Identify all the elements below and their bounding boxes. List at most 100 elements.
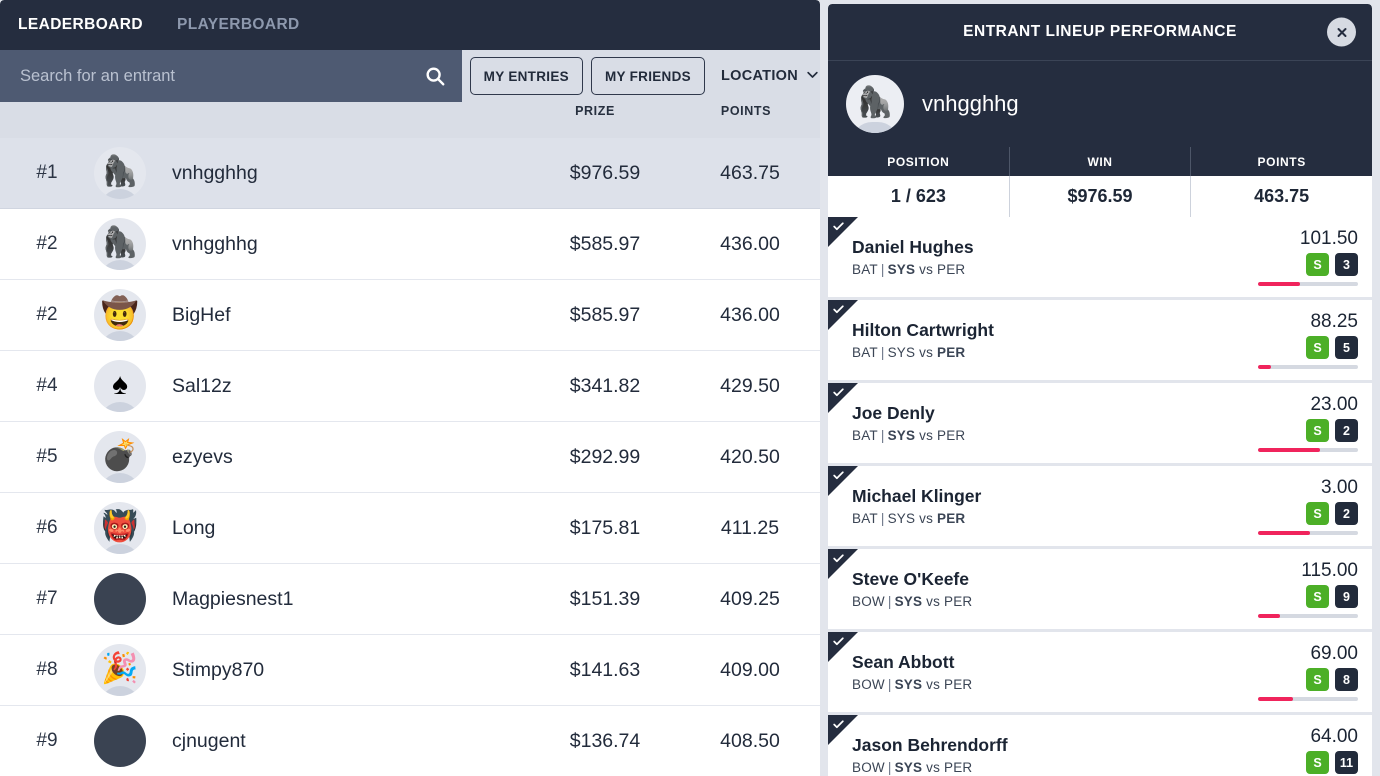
player-team: SYS <box>887 511 916 526</box>
player-stats: 101.50 S 3 <box>1242 228 1372 286</box>
versus-label: vs <box>926 760 941 775</box>
cartoon-avatar: 🎉 <box>94 644 146 696</box>
player-opponent: PER <box>937 345 966 360</box>
filter-bar: MY ENTRIES MY FRIENDS LOCATION <box>0 50 820 102</box>
avatar-glyph: 🎉 <box>101 651 139 685</box>
entrant-lineup-panel: ENTRANT LINEUP PERFORMANCE 🦍 vnhgghhg PO… <box>828 0 1380 776</box>
player-score: 64.00 <box>1310 726 1358 748</box>
player-score: 88.25 <box>1310 311 1358 333</box>
tab-leaderboard[interactable]: LEADERBOARD <box>18 16 143 34</box>
my-entries-button[interactable]: MY ENTRIES <box>469 57 583 95</box>
avatar-glyph: ♠ <box>112 367 128 401</box>
check-icon <box>828 300 858 330</box>
leaderboard-row[interactable]: #4 ♠ Sal12z $341.82 429.50 <box>0 351 820 422</box>
order-badge: 3 <box>1335 253 1358 277</box>
player-stats: 3.00 S 2 <box>1242 477 1372 535</box>
player-role: BOW <box>852 760 885 775</box>
order-badge: 8 <box>1335 668 1358 692</box>
leaderboard-row[interactable]: #8 🎉 Stimpy870 $141.63 409.00 <box>0 635 820 706</box>
stats-header-win: WIN <box>1010 147 1192 176</box>
close-icon[interactable] <box>1327 17 1356 47</box>
order-badge: 2 <box>1335 502 1358 526</box>
player-stats: 115.00 S 9 <box>1242 560 1372 618</box>
leaderboard-row[interactable]: #2 🦍 vnhgghhg $585.97 436.00 <box>0 209 820 280</box>
player-badges: S2 <box>1306 419 1358 443</box>
versus-label: vs <box>919 262 934 277</box>
lineup-player-row[interactable]: Jason Behrendorff BOW | SYS vs PER 64.00 S 11 <box>828 715 1372 776</box>
my-friends-button[interactable]: MY FRIENDS <box>590 57 705 95</box>
tab-playerboard[interactable]: PLAYERBOARD <box>177 16 300 34</box>
status-badge: S <box>1306 668 1329 692</box>
panel-title: ENTRANT LINEUP PERFORMANCE <box>963 23 1237 40</box>
leaderboard-rank: #8 <box>36 659 58 680</box>
check-icon <box>828 466 858 496</box>
player-stats: 64.00 S 11 <box>1242 726 1372 776</box>
player-stats: 69.00 S 8 <box>1242 643 1372 701</box>
meta-separator: | <box>880 262 885 277</box>
leaderboard-row[interactable]: #1 🦍 vnhgghhg $976.59 463.75 <box>0 138 820 209</box>
location-filter-label: LOCATION <box>720 68 798 84</box>
versus-label: vs <box>926 594 941 609</box>
player-info: Michael Klinger BAT | SYS vs PER <box>828 486 1242 526</box>
leaderboard-prize: $341.82 <box>569 374 641 397</box>
player-meta: BAT | SYS vs PER <box>852 428 1242 443</box>
player-team: SYS <box>887 428 916 443</box>
leaderboard-row[interactable]: #7 Magpiesnest1 $151.39 409.25 <box>0 564 820 635</box>
order-badge: 5 <box>1335 336 1358 360</box>
check-icon <box>828 217 858 247</box>
player-meta: BOW | SYS vs PER <box>852 760 1242 775</box>
player-badges: S2 <box>1306 502 1358 526</box>
player-score: 69.00 <box>1310 643 1358 665</box>
location-filter[interactable]: LOCATION <box>721 50 820 102</box>
gorilla-avatar: 🦍 <box>94 147 146 199</box>
player-opponent: PER <box>944 760 973 775</box>
leaderboard-prize: $585.97 <box>569 232 641 255</box>
leaderboard-points: 429.50 <box>720 374 780 397</box>
leaderboard-prize: $292.99 <box>569 445 641 468</box>
search-box[interactable] <box>0 50 462 102</box>
player-score: 23.00 <box>1310 394 1358 416</box>
tab-bar: LEADERBOARD PLAYERBOARD <box>0 0 820 50</box>
gorilla-avatar: 🦍 <box>846 75 904 133</box>
order-badge: 9 <box>1335 585 1358 609</box>
avatar-glyph: 🤠 <box>101 296 139 330</box>
leaderboard-prize: $136.74 <box>569 729 641 752</box>
leaderboard-row[interactable]: #9 cjnugent $136.74 408.50 <box>0 706 820 776</box>
search-input[interactable] <box>20 66 424 86</box>
player-meta: BAT | SYS vs PER <box>852 262 1242 277</box>
player-info: Steve O'Keefe BOW | SYS vs PER <box>828 569 1242 609</box>
lineup-player-row[interactable]: Michael Klinger BAT | SYS vs PER 3.00 S 2 <box>828 466 1372 546</box>
lineup-player-row[interactable]: Sean Abbott BOW | SYS vs PER 69.00 S 8 <box>828 632 1372 712</box>
status-badge: S <box>1306 336 1329 360</box>
ogre-avatar: 👹 <box>94 502 146 554</box>
lineup-player-row[interactable]: Joe Denly BAT | SYS vs PER 23.00 S 2 <box>828 383 1372 463</box>
player-progress-bar <box>1258 697 1358 701</box>
player-progress-bar <box>1258 365 1358 369</box>
player-name: Daniel Hughes <box>852 237 974 257</box>
player-opponent: PER <box>944 677 973 692</box>
status-badge: S <box>1306 751 1329 775</box>
avatar-glyph: 💣 <box>101 438 139 472</box>
leaderboard-app: LEADERBOARD PLAYERBOARD MY ENTRIES MY FR… <box>0 0 1380 776</box>
status-badge: S <box>1306 585 1329 609</box>
photo-avatar <box>94 715 146 767</box>
leaderboard-points: 411.25 <box>720 516 780 539</box>
versus-label: vs <box>919 511 934 526</box>
leaderboard-points: 436.00 <box>720 303 780 326</box>
entrant-header: 🦍 vnhgghhg <box>828 60 1372 147</box>
player-name: Michael Klinger <box>852 486 982 506</box>
leaderboard-row[interactable]: #5 💣 ezyevs $292.99 420.50 <box>0 422 820 493</box>
player-info: Sean Abbott BOW | SYS vs PER <box>828 652 1242 692</box>
lineup-player-row[interactable]: Daniel Hughes BAT | SYS vs PER 101.50 S 3 <box>828 217 1372 297</box>
panel-title-bar: ENTRANT LINEUP PERFORMANCE <box>828 4 1372 60</box>
check-icon <box>828 632 858 662</box>
meta-separator: | <box>880 345 885 360</box>
search-icon[interactable] <box>424 65 446 87</box>
order-badge: 11 <box>1335 751 1358 775</box>
meta-separator: | <box>880 428 885 443</box>
leaderboard-row[interactable]: #2 🤠 BigHef $585.97 436.00 <box>0 280 820 351</box>
leaderboard-row[interactable]: #6 👹 Long $175.81 411.25 <box>0 493 820 564</box>
lineup-player-row[interactable]: Hilton Cartwright BAT | SYS vs PER 88.25 S 5 <box>828 300 1372 380</box>
lineup-player-row[interactable]: Steve O'Keefe BOW | SYS vs PER 115.00 S 9 <box>828 549 1372 629</box>
stats-header-points: POINTS <box>1257 154 1306 169</box>
